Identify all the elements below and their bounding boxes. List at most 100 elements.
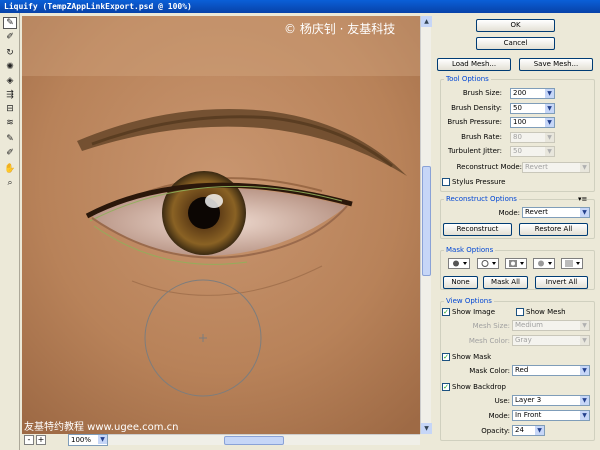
backdrop-use-label: Use: bbox=[494, 397, 510, 405]
brush-density-value: 50 bbox=[513, 104, 522, 112]
mesh-color-value: Gray bbox=[515, 336, 532, 344]
zoom-out-button[interactable]: - bbox=[24, 435, 34, 445]
zoom-tool-icon[interactable]: ⌕ bbox=[3, 177, 17, 189]
pucker-tool-icon[interactable]: ✺ bbox=[3, 61, 17, 73]
backdrop-opacity-label: Opacity: bbox=[481, 427, 510, 435]
chevron-down-icon[interactable]: ▼ bbox=[580, 366, 589, 375]
push-left-tool-icon[interactable]: ⇶ bbox=[3, 89, 17, 101]
vertical-scroll-thumb[interactable] bbox=[422, 166, 431, 276]
restore-all-button[interactable]: Restore All bbox=[519, 223, 588, 236]
chevron-down-icon: ▼ bbox=[545, 147, 554, 156]
brush-rate-label: Brush Rate: bbox=[461, 133, 502, 141]
save-mesh-button[interactable]: Save Mesh... bbox=[519, 58, 593, 71]
chevron-down-icon[interactable]: ▼ bbox=[580, 208, 589, 217]
chevron-down-icon[interactable]: ▼ bbox=[545, 104, 554, 113]
turbulent-jitter-label: Turbulent Jitter: bbox=[448, 147, 502, 155]
mesh-size-select: Medium ▼ bbox=[512, 320, 590, 331]
tool-options-title: Tool Options bbox=[444, 75, 491, 84]
backdrop-mode-label: Mode: bbox=[488, 412, 510, 420]
mirror-tool-icon[interactable]: ⊟ bbox=[3, 103, 17, 115]
brush-pressure-label: Brush Pressure: bbox=[447, 118, 502, 126]
preview-canvas[interactable]: © 杨庆钊 · 友基科技 友基特约教程 www.ugee.com.cn bbox=[22, 16, 420, 434]
cancel-button[interactable]: Cancel bbox=[476, 37, 555, 50]
zoom-controls: - + 100% ▼ bbox=[22, 434, 108, 448]
chevron-down-icon[interactable]: ▼ bbox=[545, 89, 554, 98]
brush-pressure-value: 100 bbox=[513, 118, 527, 126]
reconstruct-mode-value: Revert bbox=[525, 163, 548, 171]
chevron-down-icon[interactable]: ▼ bbox=[580, 411, 589, 420]
bloat-tool-icon[interactable]: ◈ bbox=[3, 75, 17, 87]
turbulent-jitter-value: 50 bbox=[513, 147, 522, 155]
top-watermark: © 杨庆钊 · 友基科技 bbox=[284, 22, 396, 36]
backdrop-mode-select[interactable]: In Front ▼ bbox=[512, 410, 590, 421]
mask-none-button[interactable]: None bbox=[443, 276, 478, 289]
chevron-down-icon: ▼ bbox=[580, 336, 589, 345]
mask-add-icon[interactable] bbox=[477, 258, 499, 269]
horizontal-scroll-thumb[interactable] bbox=[224, 436, 284, 445]
mask-color-select[interactable]: Red ▼ bbox=[512, 365, 590, 376]
panel-menu-icon[interactable]: ▾≡ bbox=[578, 194, 587, 204]
mask-color-value: Red bbox=[515, 366, 529, 374]
brush-density-label: Brush Density: bbox=[451, 104, 502, 112]
chevron-down-icon[interactable]: ▼ bbox=[580, 396, 589, 405]
brush-size-field[interactable]: 200 ▼ bbox=[510, 88, 555, 99]
show-backdrop-label: Show Backdrop bbox=[452, 383, 507, 391]
forward-warp-tool-icon[interactable]: ✎ bbox=[3, 17, 17, 29]
brush-size-label: Brush Size: bbox=[462, 89, 502, 97]
turbulent-jitter-field: 50 ▼ bbox=[510, 146, 555, 157]
show-mask-label: Show Mask bbox=[452, 353, 492, 361]
invert-all-button[interactable]: Invert All bbox=[535, 276, 588, 289]
chevron-down-icon: ▼ bbox=[580, 163, 589, 172]
show-mesh-checkbox[interactable] bbox=[516, 308, 524, 316]
brush-rate-value: 80 bbox=[513, 133, 522, 141]
view-options-title: View Options bbox=[444, 297, 494, 306]
ok-button[interactable]: OK bbox=[476, 19, 555, 32]
freeze-mask-tool-icon[interactable]: ✎ bbox=[3, 133, 17, 145]
reconstruct-tool-icon[interactable]: ✐ bbox=[3, 31, 17, 43]
mask-options-title: Mask Options bbox=[444, 246, 496, 255]
reconstruct-mode-select: Revert ▼ bbox=[522, 162, 590, 173]
reconstruct-button[interactable]: Reconstruct bbox=[443, 223, 512, 236]
scroll-down-icon[interactable]: ▼ bbox=[421, 423, 432, 434]
mask-all-button[interactable]: Mask All bbox=[483, 276, 528, 289]
backdrop-use-value: Layer 3 bbox=[515, 396, 542, 404]
horizontal-scrollbar[interactable] bbox=[104, 434, 420, 445]
reconstruct-mode-label: Reconstruct Mode: bbox=[456, 163, 522, 171]
twirl-clockwise-tool-icon[interactable]: ↻ bbox=[3, 47, 17, 59]
window-title: Liquify (TempZAppLinkExport.psd @ 100%) bbox=[0, 0, 600, 13]
scroll-up-icon[interactable]: ▲ bbox=[421, 16, 432, 27]
show-image-checkbox[interactable]: ✓ bbox=[442, 308, 450, 316]
backdrop-opacity-field[interactable]: 24 ▼ bbox=[512, 425, 545, 436]
thaw-mask-tool-icon[interactable]: ✐ bbox=[3, 147, 17, 159]
mesh-color-label: Mesh Color: bbox=[468, 337, 510, 345]
mask-subtract-icon[interactable] bbox=[505, 258, 527, 269]
show-mask-checkbox[interactable]: ✓ bbox=[442, 353, 450, 361]
eye-photo bbox=[22, 16, 420, 434]
chevron-down-icon[interactable]: ▼ bbox=[545, 118, 554, 127]
stylus-pressure-checkbox[interactable] bbox=[442, 178, 450, 186]
brush-pressure-field[interactable]: 100 ▼ bbox=[510, 117, 555, 128]
load-mesh-button[interactable]: Load Mesh... bbox=[437, 58, 511, 71]
chevron-down-icon: ▼ bbox=[580, 321, 589, 330]
vertical-scrollbar[interactable]: ▲ ▼ bbox=[420, 16, 432, 434]
mask-invert-icon[interactable] bbox=[561, 258, 583, 269]
stylus-pressure-label: Stylus Pressure bbox=[452, 178, 506, 186]
mask-replace-icon[interactable] bbox=[448, 258, 470, 269]
show-image-label: Show Image bbox=[452, 308, 496, 316]
zoom-level-select[interactable]: 100% ▼ bbox=[68, 434, 108, 446]
turbulence-tool-icon[interactable]: ≋ bbox=[3, 117, 17, 129]
mesh-size-value: Medium bbox=[515, 321, 543, 329]
show-mesh-label: Show Mesh bbox=[526, 308, 566, 316]
mask-intersect-icon[interactable] bbox=[533, 258, 555, 269]
chevron-down-icon[interactable]: ▼ bbox=[535, 426, 544, 435]
backdrop-mode-value: In Front bbox=[515, 411, 542, 419]
reconstruct-mode-select-2[interactable]: Revert ▼ bbox=[522, 207, 590, 218]
hand-tool-icon[interactable]: ✋ bbox=[3, 163, 17, 175]
brush-size-value: 200 bbox=[513, 89, 527, 97]
mesh-size-label: Mesh Size: bbox=[472, 322, 510, 330]
mask-color-label: Mask Color: bbox=[469, 367, 510, 375]
show-backdrop-checkbox[interactable]: ✓ bbox=[442, 383, 450, 391]
backdrop-use-select[interactable]: Layer 3 ▼ bbox=[512, 395, 590, 406]
zoom-in-button[interactable]: + bbox=[36, 435, 46, 445]
brush-density-field[interactable]: 50 ▼ bbox=[510, 103, 555, 114]
